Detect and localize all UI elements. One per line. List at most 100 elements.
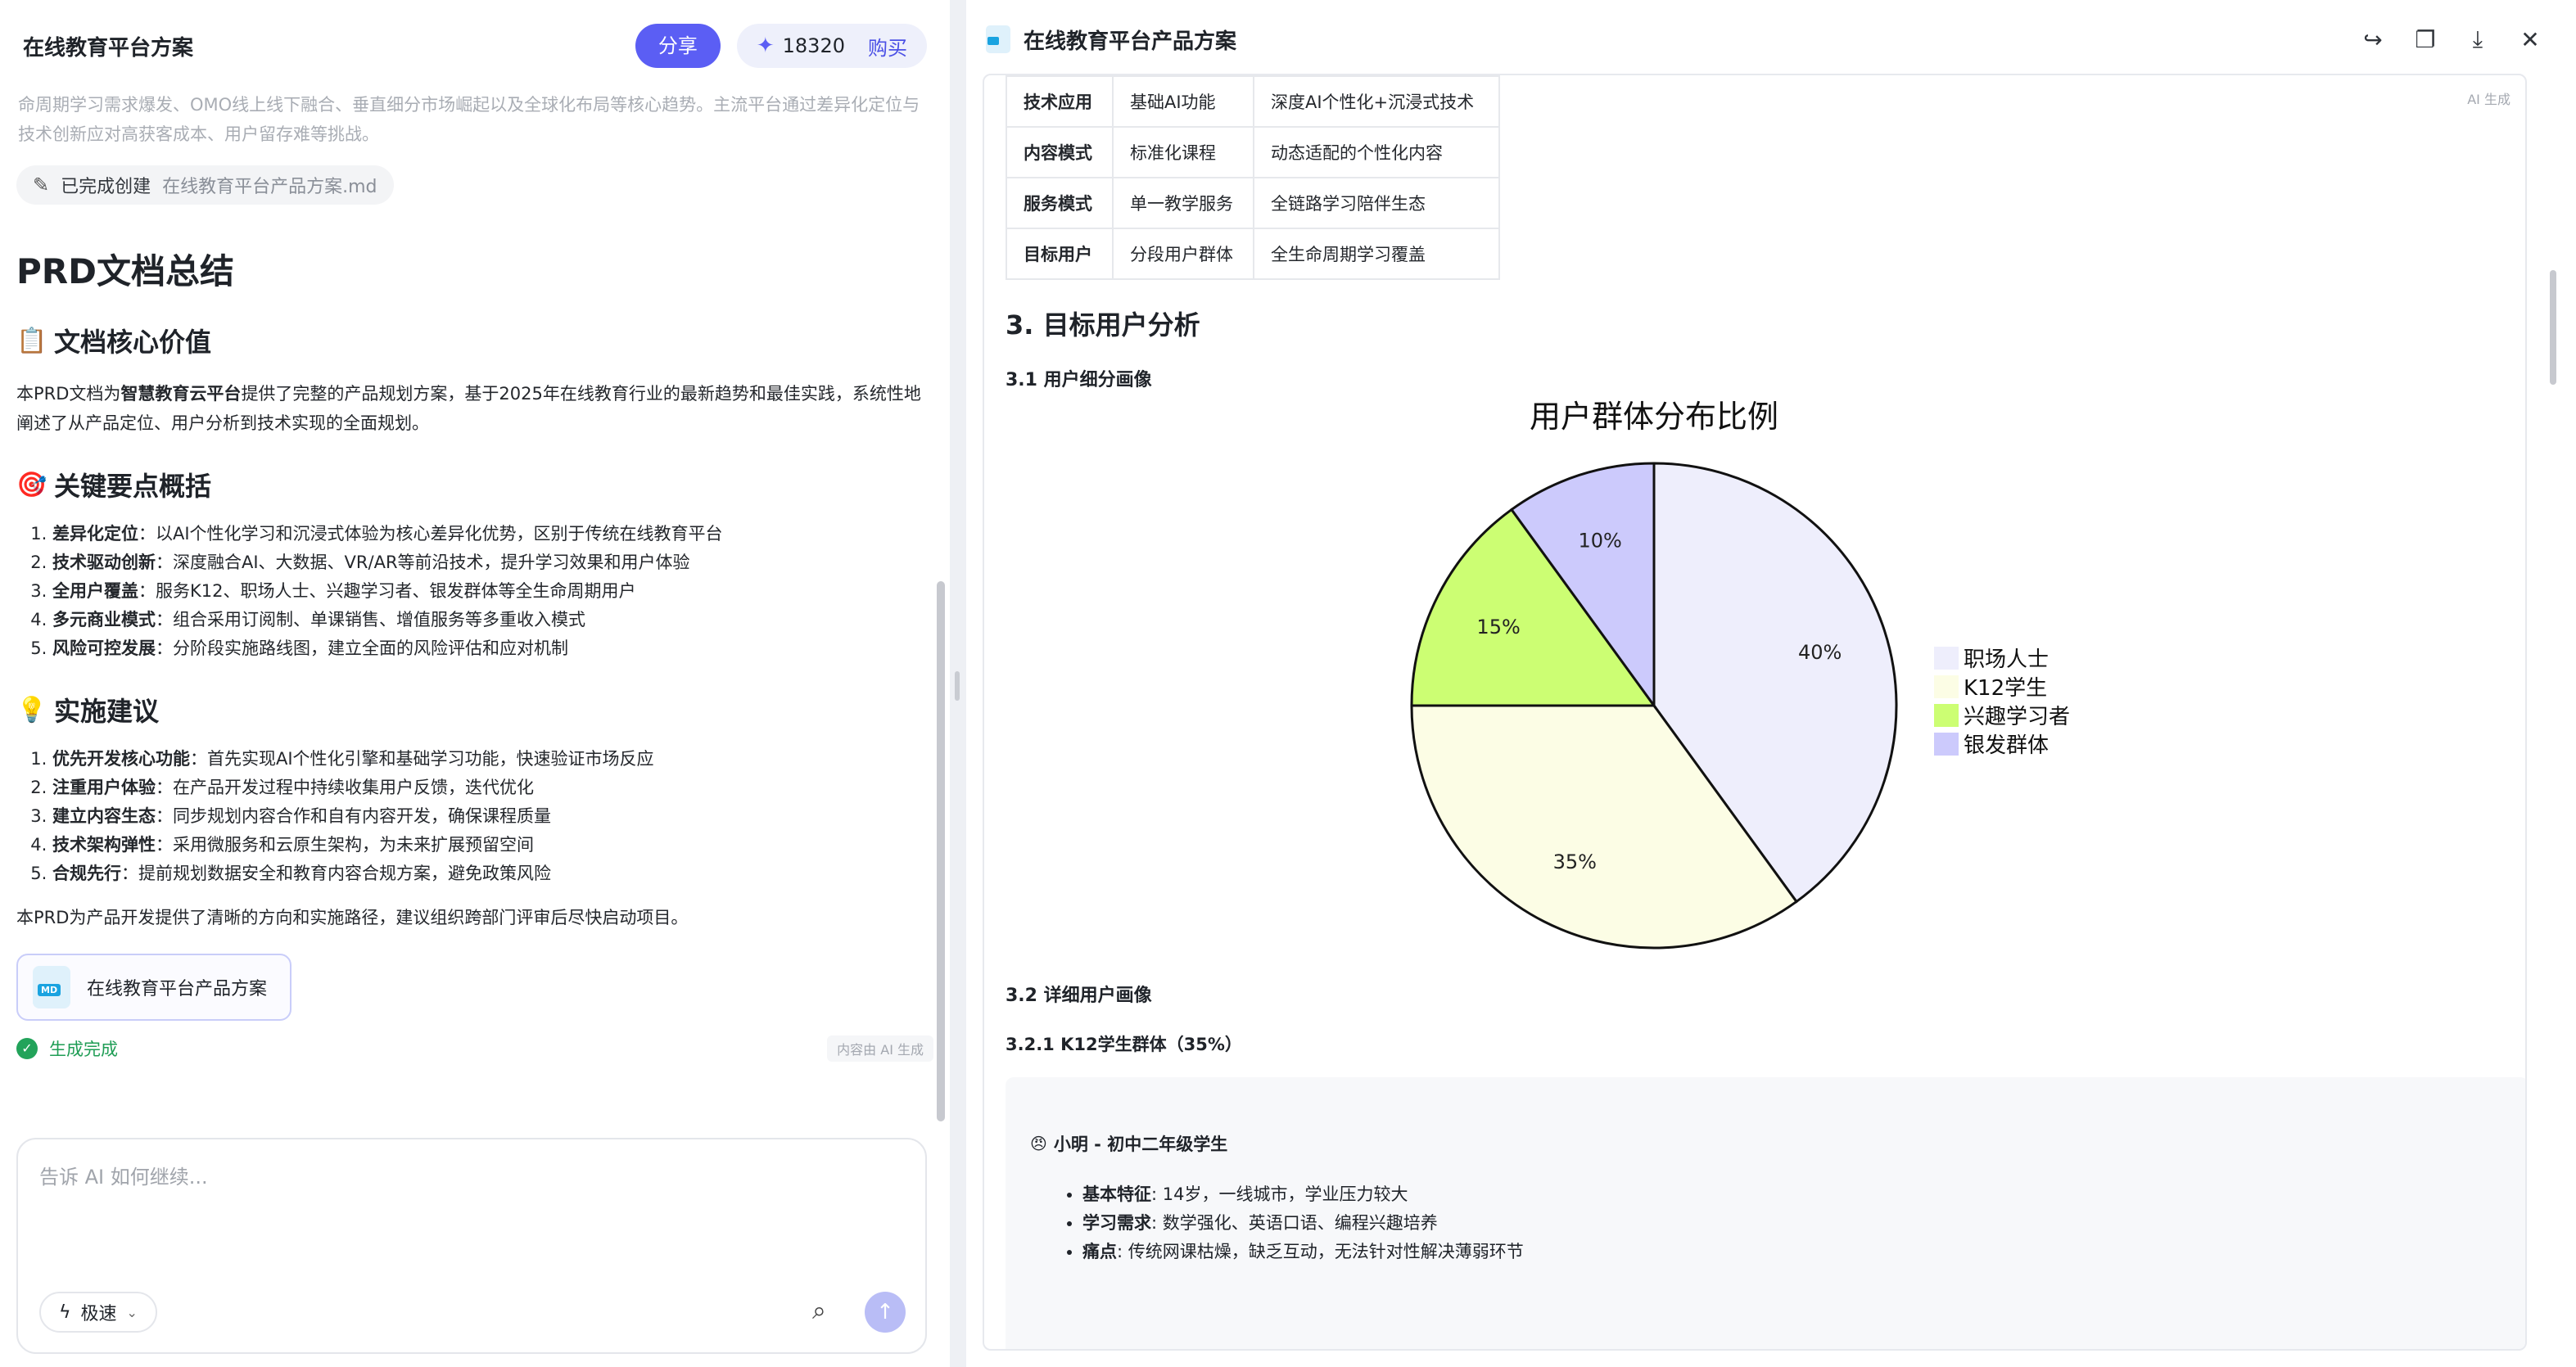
- send-button[interactable]: ↑: [865, 1292, 906, 1333]
- credits-pill[interactable]: ✦ 18320 购买: [736, 24, 927, 68]
- comparison-table: 技术应用 基础AI功能 深度AI个性化+沉浸式技术 内容模式 标准化课程 动态适…: [1006, 75, 1500, 280]
- advice-list: 优先开发核心功能：首先实现AI个性化引擎和基础学习功能，快速验证市场反应 注重用…: [16, 745, 933, 888]
- table-cell: 分段用户群体: [1112, 228, 1254, 280]
- chip-filename: 在线教育平台产品方案.md: [162, 177, 377, 197]
- section-title: 关键要点概括: [54, 471, 212, 502]
- document-file-card[interactable]: MD 在线教育平台产品方案: [16, 954, 292, 1021]
- document-scrollbar[interactable]: [2550, 270, 2556, 385]
- face-icon: 😠: [1030, 1134, 1047, 1153]
- legend-label-3: 银发群体: [1964, 733, 2049, 758]
- list-item: 优先开发核心功能：首先实现AI个性化引擎和基础学习功能，快速验证市场反应: [52, 745, 933, 774]
- list-item: 风险可控发展：分阶段实施路线图，建立全面的风险评估和应对机制: [52, 634, 933, 663]
- section-title: 实施建议: [54, 696, 160, 727]
- sparkle-icon: ✦: [756, 34, 775, 58]
- table-row: 内容模式 标准化课程 动态适配的个性化内容: [1006, 126, 1500, 178]
- target-icon: 🎯: [16, 470, 47, 499]
- persona-card: 😠 小明 - 初中二年级学生 基本特征: 14岁，一线城市，学业压力较大 学习需…: [1006, 1077, 2525, 1349]
- pie-chart-container: 用户群体分布比例 40% 35% 15% 10% 职场人士 K12学生 兴趣学习者 银发群体: [1006, 391, 2512, 981]
- section-heading: 3. 目标用户分析: [1006, 309, 1200, 341]
- table-cell: 全链路学习陪伴生态: [1253, 177, 1500, 229]
- markdown-file-icon: MD: [33, 966, 70, 1008]
- table-cell: 内容模式: [1006, 126, 1114, 178]
- table-row: 技术应用 基础AI功能 深度AI个性化+沉浸式技术: [1006, 75, 1500, 128]
- slice-label-3: 10%: [1578, 529, 1621, 552]
- table-cell: 目标用户: [1006, 228, 1114, 280]
- clipboard-icon: 📋: [16, 326, 47, 355]
- slice-label-2: 15%: [1476, 616, 1520, 638]
- table-row: 服务模式 单一教学服务 全链路学习陪伴生态: [1006, 177, 1500, 229]
- legend-label-0: 职场人士: [1964, 647, 2049, 672]
- document-body: AI 生成 技术应用 基础AI功能 深度AI个性化+沉浸式技术 内容模式 标准化…: [983, 74, 2527, 1351]
- list-item: 学习需求: 数学强化、英语口语、编程兴趣培养: [1082, 1209, 2504, 1238]
- section-core-value: 📋 文档核心价值: [16, 322, 933, 359]
- table-cell: 全生命周期学习覆盖: [1253, 228, 1500, 280]
- list-item: 痛点: 传统网课枯燥，缺乏互动，无法针对性解决薄弱环节: [1082, 1238, 2504, 1266]
- closing-paragraph: 本PRD为产品开发提供了清晰的方向和实施路径，建议组织跨部门评审后尽快启动项目。: [16, 908, 689, 927]
- created-file-chip[interactable]: ✎ 已完成创建 在线教育平台产品方案.md: [16, 165, 394, 205]
- check-circle-icon: ✓: [16, 1038, 38, 1059]
- subsection-heading: 3.2 详细用户画像: [1006, 986, 1152, 1006]
- list-item: 注重用户体验：在产品开发过程中持续收集用户反馈，迭代优化: [52, 774, 933, 802]
- chip-prefix: 已完成创建: [61, 177, 151, 197]
- resize-grip[interactable]: [955, 671, 960, 701]
- speed-mode-dropdown[interactable]: ϟ 极速 ⌄: [39, 1292, 157, 1333]
- download-icon[interactable]: ⤓: [2452, 25, 2504, 53]
- table-cell: 技术应用: [1006, 75, 1114, 128]
- section-key-points: 🎯 关键要点概括: [16, 466, 933, 503]
- copy-icon[interactable]: ❐: [2399, 26, 2452, 53]
- credits-count: 18320: [782, 34, 845, 57]
- intro-paragraph: 本PRD文档为智慧教育云平台提供了完整的产品规划方案，基于2025年在线教育行业…: [16, 384, 921, 433]
- section-title: 文档核心价值: [54, 327, 212, 358]
- status-text: 生成完成: [49, 1040, 118, 1059]
- chat-header: 在线教育平台方案 分享 ✦ 18320 购买: [0, 0, 950, 92]
- file-card-label: 在线教育平台产品方案: [87, 979, 268, 999]
- list-item: 基本特征: 14岁，一线城市，学业压力较大: [1082, 1180, 2504, 1209]
- document-title: 在线教育平台产品方案: [1024, 29, 1237, 54]
- table-cell: 服务模式: [1006, 177, 1114, 229]
- buy-link[interactable]: 购买: [868, 32, 907, 61]
- share-button[interactable]: 分享: [635, 24, 721, 68]
- document-icon: [986, 25, 1010, 53]
- persona-attributes: 基本特征: 14岁，一线城市，学业压力较大 学习需求: 数学强化、英语口语、编程…: [1030, 1180, 2504, 1266]
- legend-label-1: K12学生: [1964, 676, 2047, 701]
- list-item: 技术架构弹性：采用微服务和云原生架构，为未来扩展预留空间: [52, 831, 933, 859]
- legend-label-2: 兴趣学习者: [1964, 705, 2070, 729]
- close-icon[interactable]: ✕: [2504, 26, 2556, 53]
- subsection-heading: 3.1 用户细分画像: [1006, 370, 1152, 390]
- chevron-down-icon: ⌄: [126, 1304, 138, 1320]
- table-cell: 深度AI个性化+沉浸式技术: [1253, 75, 1500, 128]
- pie-chart: 用户群体分布比例 40% 35% 15% 10% 职场人士 K12学生兴趣学习者银发群体: [1410, 399, 2070, 950]
- legend-swatch-3: [1934, 733, 1959, 756]
- table-row: 目标用户 分段用户群体 全生命周期学习覆盖: [1006, 228, 1500, 280]
- lightbulb-icon: 💡: [16, 695, 47, 724]
- sub-subsection-heading: 3.2.1 K12学生群体（35%）: [1006, 1035, 1242, 1054]
- list-item: 技术驱动创新：深度融合AI、大数据、VR/AR等前沿技术，提升学习效果和用户体验: [52, 548, 933, 577]
- document-header: 在线教育平台产品方案 ↪ ❐ ⤓ ✕: [966, 0, 2576, 79]
- paperclip-icon[interactable]: ⌕: [812, 1297, 826, 1325]
- list-item: 全用户覆盖：服务K12、职场人士、兴趣学习者、银发群体等全生命周期用户: [52, 577, 933, 606]
- section-advice: 💡 实施建议: [16, 691, 933, 729]
- chat-panel: 在线教育平台方案 分享 ✦ 18320 购买 命周期学习需求爆发、OMO线上线下…: [0, 0, 950, 1367]
- share-icon[interactable]: ↪: [2347, 26, 2399, 53]
- composer-input[interactable]: 告诉 AI 如何继续...: [39, 1161, 208, 1189]
- pencil-icon: ✎: [33, 174, 50, 196]
- generation-status: ✓ 生成完成 内容由 AI 生成: [16, 1035, 933, 1062]
- list-item: 差异化定位：以AI个性化学习和沉浸式体验为核心差异化优势，区别于传统在线教育平台: [52, 520, 933, 548]
- summary-heading: PRD文档总结: [16, 251, 234, 291]
- table-cell: 动态适配的个性化内容: [1253, 126, 1500, 178]
- table-cell: 标准化课程: [1112, 126, 1254, 178]
- legend-swatch-1: [1934, 675, 1959, 698]
- panel-resizer[interactable]: [950, 0, 966, 1367]
- list-item: 合规先行：提前规划数据安全和教育内容合规方案，避免政策风险: [52, 859, 933, 888]
- lightning-icon: ϟ: [59, 1302, 71, 1323]
- list-item: 多元商业模式：组合采用订阅制、单课销售、增值服务等多重收入模式: [52, 606, 933, 634]
- slice-label-1: 35%: [1553, 850, 1597, 873]
- chat-scrollbar[interactable]: [937, 581, 945, 1121]
- chat-composer[interactable]: 告诉 AI 如何继续... ϟ 极速 ⌄ ⌕ ↑: [16, 1138, 927, 1354]
- slice-label-0: 40%: [1798, 641, 1842, 664]
- table-cell: 单一教学服务: [1112, 177, 1254, 229]
- document-panel: 在线教育平台产品方案 ↪ ❐ ⤓ ✕ AI 生成 技术应用 基础AI功能 深度A…: [966, 0, 2576, 1367]
- persona-name: 😠 小明 - 初中二年级学生: [1030, 1134, 1228, 1154]
- mode-label: 极速: [80, 1304, 117, 1324]
- faded-previous-text: 命周期学习需求爆发、OMO线上线下融合、垂直细分市场崛起以及全球化布局等核心趋势…: [18, 95, 920, 144]
